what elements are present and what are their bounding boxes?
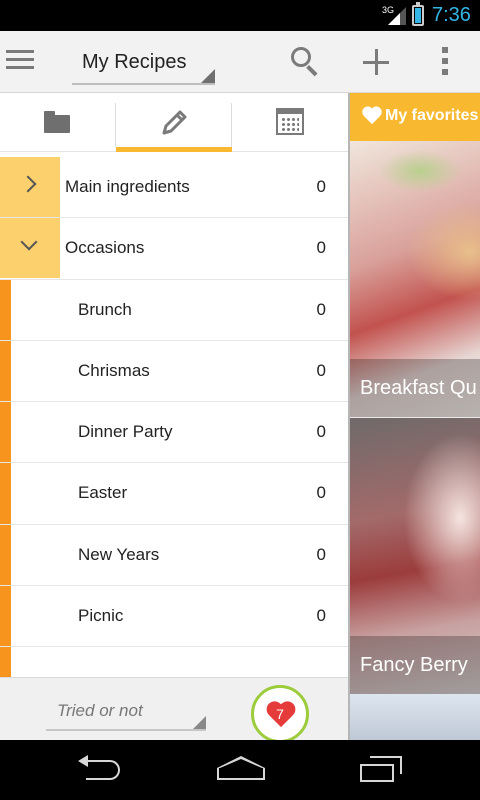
occasion-label: Brunch bbox=[78, 299, 132, 319]
favorites-pane: My favorites Breakfast Qu Fancy Berry bbox=[350, 93, 480, 740]
recipe-title: Breakfast Qu bbox=[360, 377, 477, 399]
filter-bar: Tried or not 7 bbox=[0, 677, 348, 740]
occasion-label: Chrismas bbox=[78, 360, 150, 380]
category-count: 0 bbox=[316, 177, 326, 196]
occasion-count: 0 bbox=[316, 299, 326, 319]
status-time: 7:36 bbox=[432, 4, 471, 26]
child-indicator bbox=[0, 279, 11, 340]
list-item[interactable]: Picnic 0 bbox=[0, 586, 348, 648]
add-icon[interactable] bbox=[360, 45, 394, 79]
calendar-icon bbox=[276, 108, 304, 135]
occasion-label: Picnic bbox=[78, 606, 124, 626]
pencil-icon bbox=[162, 110, 187, 135]
recipe-book-spinner[interactable]: My Recipes bbox=[72, 43, 215, 85]
category-label: Occasions bbox=[65, 238, 145, 258]
recipe-card[interactable]: Fancy Berry bbox=[350, 418, 480, 694]
dropdown-arrow-icon bbox=[201, 69, 215, 83]
favorites-title: My favorites bbox=[385, 107, 479, 124]
chevron-right-icon bbox=[19, 175, 37, 193]
occasion-label: Dinner Party bbox=[78, 422, 173, 442]
list-item[interactable]: Dinner Party 0 bbox=[0, 402, 348, 464]
tab-calendar[interactable] bbox=[232, 93, 348, 152]
list-item[interactable]: New Years 0 bbox=[0, 524, 348, 587]
occasion-count: 0 bbox=[316, 483, 326, 503]
recipe-caption-bar: Breakfast Qu bbox=[350, 359, 480, 417]
status-bar: 3G 7:36 bbox=[0, 0, 480, 31]
list-item[interactable]: Easter 0 bbox=[0, 463, 348, 525]
occasion-count: 0 bbox=[316, 606, 326, 626]
child-indicator bbox=[0, 340, 11, 402]
child-indicator bbox=[0, 524, 11, 586]
child-indicator bbox=[0, 586, 11, 647]
occasion-count: 0 bbox=[316, 422, 326, 442]
child-indicator bbox=[0, 402, 11, 463]
tab-folders[interactable] bbox=[0, 93, 116, 152]
recipe-title: Fancy Berry bbox=[360, 654, 468, 676]
favorites-header[interactable]: My favorites bbox=[350, 93, 480, 141]
action-bar: My Recipes bbox=[0, 31, 480, 93]
home-icon[interactable] bbox=[217, 756, 265, 784]
list-item[interactable]: Brunch 0 bbox=[0, 279, 348, 341]
battery-icon bbox=[412, 2, 424, 26]
list-item[interactable]: Occasions 0 bbox=[0, 218, 348, 280]
dropdown-arrow-icon bbox=[193, 716, 206, 729]
collapse-button[interactable] bbox=[0, 218, 60, 279]
occasion-count: 0 bbox=[316, 544, 326, 564]
expand-button[interactable] bbox=[0, 157, 60, 217]
back-icon[interactable] bbox=[78, 755, 122, 780]
child-indicator bbox=[0, 463, 11, 524]
recipe-caption-bar: Fancy Berry bbox=[350, 636, 480, 694]
tab-tags[interactable] bbox=[116, 93, 232, 152]
list-item[interactable]: Main ingredients 0 bbox=[0, 157, 348, 219]
overflow-menu-icon[interactable] bbox=[430, 45, 464, 79]
category-label: Main ingredients bbox=[65, 177, 190, 196]
recipe-card[interactable]: Breakfast Qu bbox=[350, 141, 480, 417]
system-nav-bar bbox=[0, 740, 480, 800]
occasion-count: 0 bbox=[316, 360, 326, 380]
filter-value: Tried or not bbox=[57, 701, 143, 720]
recent-apps-icon[interactable] bbox=[360, 756, 404, 784]
list-item[interactable]: Chrismas 0 bbox=[0, 340, 348, 403]
favorites-count: 7 bbox=[276, 706, 284, 722]
category-list: Main ingredients 0 Occasions 0 Brunch 0 … bbox=[0, 157, 348, 709]
action-bar-title: My Recipes bbox=[82, 51, 187, 73]
search-icon[interactable] bbox=[289, 45, 323, 79]
heart-icon bbox=[362, 107, 382, 125]
category-pane: Main ingredients 0 Occasions 0 Brunch 0 … bbox=[0, 93, 348, 740]
occasion-label: Easter bbox=[78, 483, 128, 503]
menu-icon[interactable] bbox=[6, 50, 34, 72]
folder-icon bbox=[44, 111, 70, 133]
favorites-button[interactable]: 7 bbox=[251, 685, 309, 740]
category-count: 0 bbox=[316, 238, 326, 258]
tab-bar bbox=[0, 93, 348, 152]
tried-filter-spinner[interactable]: Tried or not bbox=[46, 695, 206, 731]
occasion-label: New Years bbox=[78, 544, 160, 564]
chevron-down-icon bbox=[20, 233, 38, 251]
signal-icon bbox=[388, 7, 406, 25]
recipe-card[interactable] bbox=[350, 694, 480, 740]
